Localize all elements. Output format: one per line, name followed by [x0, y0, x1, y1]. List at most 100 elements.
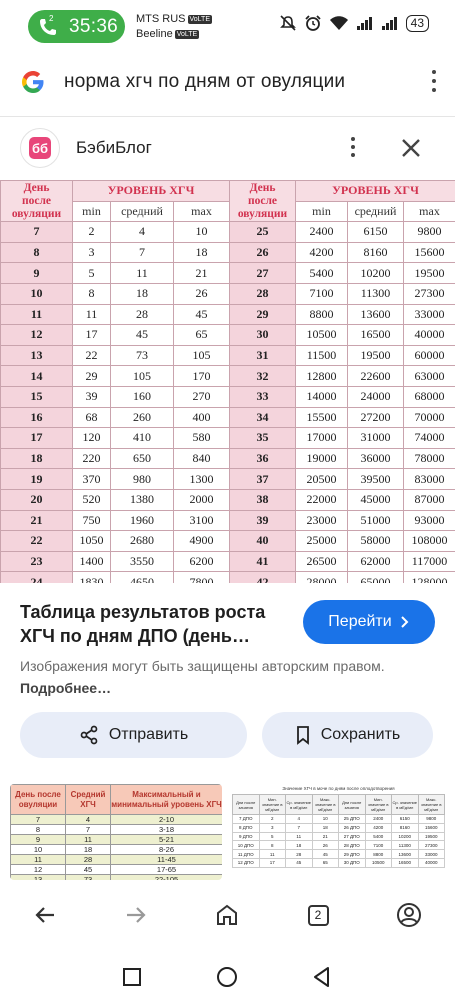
result-image[interactable]: День после овуляции УРОВЕНЬ ХГЧ День пос…: [0, 180, 455, 583]
value-cell: 33000: [403, 303, 455, 326]
alarm-icon: [305, 15, 321, 31]
table-row: 12 17 45 65 30 10500 16500 40000: [0, 324, 455, 346]
home-icon[interactable]: [212, 900, 242, 930]
value-cell: 58000: [347, 530, 404, 552]
ongoing-call-pill[interactable]: 2 35:36: [28, 10, 125, 43]
search-bar[interactable]: норма хгч по дням от овуляции: [0, 56, 455, 110]
table-cell: 28: [285, 849, 313, 859]
table-row: 9 ДПО 5 11 21 27 ДПО 5400 10200 19500: [232, 831, 445, 842]
save-button[interactable]: Сохранить: [262, 712, 433, 758]
search-query[interactable]: норма хгч по дням от овуляции: [64, 71, 345, 93]
signal-icon: [381, 17, 397, 30]
share-button[interactable]: Отправить: [20, 712, 247, 758]
table-cell: 16500: [391, 857, 419, 868]
value-cell: 18: [110, 282, 174, 305]
value-cell: 18: [173, 241, 230, 264]
close-icon[interactable]: [399, 136, 423, 160]
related-image-2[interactable]: Значение ХГЧ в моче по дням после оплодо…: [232, 784, 445, 880]
learn-more-link[interactable]: Подробнее…: [20, 680, 111, 696]
table-row: 10 ДПО 8 18 26 28 ДПО 7100 11300 27300: [232, 840, 445, 851]
day-cell: 30: [229, 324, 296, 346]
square-icon[interactable]: [120, 965, 144, 989]
value-cell: 105: [173, 344, 230, 367]
table-cell: 10 ДПО: [232, 840, 260, 851]
value-cell: 6200: [173, 550, 230, 573]
kebab-menu-icon[interactable]: [431, 70, 437, 96]
table-cell: 10: [311, 814, 339, 824]
tabs-icon[interactable]: 2: [303, 900, 333, 930]
day-cell: 41: [229, 550, 296, 573]
table-cell: 4: [65, 814, 111, 825]
table-cell: 10200: [391, 831, 419, 842]
value-cell: 11: [72, 303, 111, 326]
result-title[interactable]: Таблица результатов роста ХГЧ по дням ДП…: [20, 600, 290, 648]
table-cell: 5-21: [110, 834, 222, 845]
table-cell: 11: [258, 849, 286, 859]
table-cell: 10: [10, 844, 66, 855]
day-cell: 35: [229, 427, 296, 449]
value-cell: 28: [110, 303, 174, 326]
table-cell: 3-18: [110, 824, 222, 835]
table-row: 8 3 7 18 26 4200 8160 15600: [0, 241, 455, 264]
table-row: 7 4 2-10: [10, 814, 222, 825]
day-header-line: овуляции: [11, 207, 62, 220]
table-cell: 6150: [391, 814, 419, 824]
forward-arrow-icon[interactable]: [121, 900, 151, 930]
day-cell: 27: [229, 262, 296, 284]
copyright-text: Изображения могут быть защищены авторски…: [20, 658, 385, 674]
visit-button[interactable]: Перейти: [303, 600, 435, 644]
value-cell: 120: [72, 427, 111, 449]
value-cell: 40000: [403, 324, 455, 346]
value-cell: 8800: [295, 303, 348, 326]
table-cell: 7: [285, 822, 313, 833]
table-cell: 45: [311, 849, 339, 859]
value-cell: 62000: [347, 550, 404, 573]
table-cell: 8 ДПО: [232, 822, 260, 833]
value-cell: 20500: [295, 468, 348, 490]
value-cell: 63000: [403, 365, 455, 387]
value-cell: 13600: [347, 303, 404, 326]
value-cell: 1300: [173, 468, 230, 490]
value-cell: 22000: [295, 488, 348, 511]
value-cell: 78000: [403, 447, 455, 470]
table-cell: 8: [258, 840, 286, 851]
thumb2-table: Дни после зачатия Мин. значение в мЕд/мл С…: [232, 794, 445, 868]
value-cell: 70000: [403, 406, 455, 429]
table-cell: 5: [258, 831, 286, 842]
col-min: min: [295, 200, 348, 223]
value-cell: 580: [173, 427, 230, 449]
day-cell: 15: [0, 385, 73, 408]
table-cell: 33000: [417, 849, 445, 859]
table-cell: 5400: [364, 831, 392, 842]
value-cell: 220: [72, 447, 111, 470]
value-cell: 400: [173, 406, 230, 429]
table-cell: 19500: [417, 831, 445, 842]
thumb1-header: Максимальный и минимальный уровень ХГЧ: [110, 784, 222, 815]
table-row: 9 11 5-21: [10, 834, 222, 845]
table-cell: 65: [311, 857, 339, 868]
day-cell: 28: [229, 282, 296, 305]
value-cell: 7800: [173, 571, 230, 583]
kebab-menu-icon[interactable]: [350, 137, 356, 161]
related-image-1[interactable]: День после овуляции Средний ХГЧ Максимал…: [10, 784, 222, 880]
day-cell: 24: [0, 571, 73, 583]
triangle-back-icon[interactable]: [310, 965, 334, 989]
day-header-line: после: [247, 194, 278, 207]
table-row: 17 120 410 580 35 17000 31000 74000: [0, 427, 455, 449]
back-arrow-icon[interactable]: [30, 900, 60, 930]
day-cell: 10: [0, 282, 73, 305]
circle-icon[interactable]: [215, 965, 239, 989]
value-cell: 270: [173, 385, 230, 408]
day-cell: 25: [229, 221, 296, 243]
value-cell: 260: [110, 406, 174, 429]
table-cell: 7100: [364, 840, 392, 851]
account-icon[interactable]: [394, 900, 424, 930]
site-name[interactable]: БэбиБлог: [76, 138, 152, 158]
value-cell: 51000: [347, 509, 404, 532]
day-header-line: овуляции: [237, 207, 288, 220]
table-cell: 45: [285, 857, 313, 868]
table-cell: 7: [65, 824, 111, 835]
copyright-notice: Изображения могут быть защищены авторски…: [20, 655, 420, 699]
value-cell: 170: [173, 365, 230, 387]
table-row: 19 370 980 1300 37 20500 39500 83000: [0, 468, 455, 490]
